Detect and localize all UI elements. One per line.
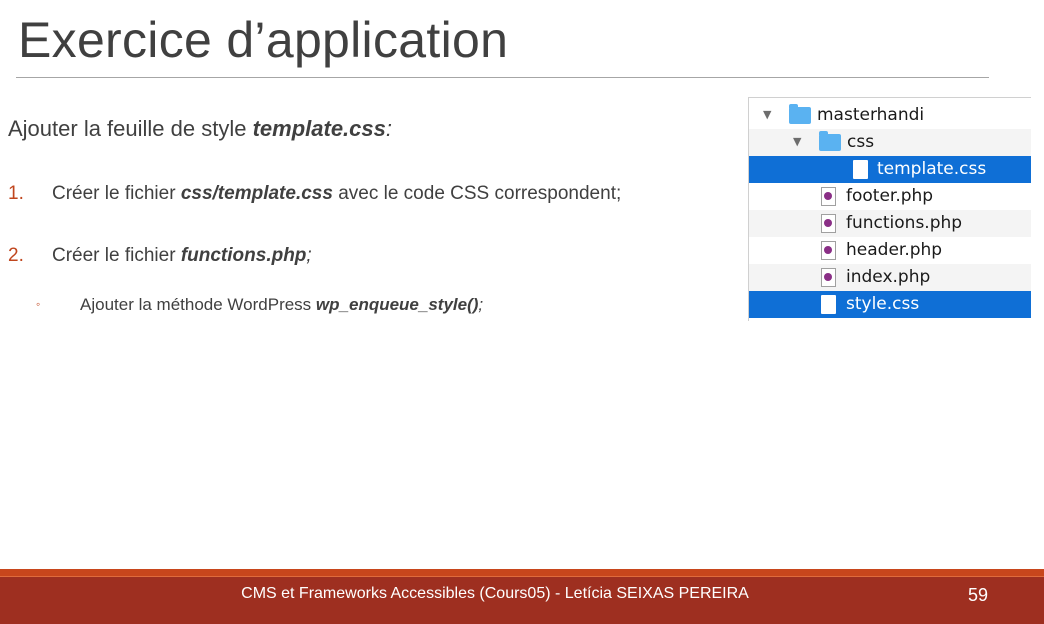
list-item-filename: css/template.css (180, 183, 333, 204)
tree-row-footer-php[interactable]: footer.php (749, 183, 1031, 210)
intro-filename: template.css (252, 116, 386, 141)
tree-row-label: index.php (846, 267, 931, 287)
disclosure-triangle-icon[interactable]: ▼ (763, 108, 771, 121)
bullet-icon: ◦ (36, 297, 41, 311)
tree-row-label: functions.php (846, 213, 963, 233)
tree-row-header-php[interactable]: header.php (749, 237, 1031, 264)
list-item-filename: functions.php (180, 245, 307, 266)
sub-item-prefix: Ajouter la méthode WordPress (80, 295, 316, 314)
list-item: 2. Créer le fichier functions.php; (8, 245, 312, 267)
sub-item-method: wp_enqueue_style() (315, 295, 479, 314)
tree-row-index-php[interactable]: index.php (749, 264, 1031, 291)
tree-row-label: masterhandi (817, 105, 925, 125)
footer-bar: CMS et Frameworks Accessibles (Cours05) … (0, 576, 1044, 624)
list-number: 1. (8, 183, 24, 204)
tree-row-label: style.css (846, 294, 920, 314)
slide: Exercice d’application Ajouter la feuill… (0, 0, 1044, 624)
list-item-prefix: Créer le fichier (52, 245, 181, 266)
intro-suffix: : (385, 116, 392, 141)
tree-row-label: css (847, 132, 875, 152)
sub-list-item: ◦ Ajouter la méthode WordPress wp_enqueue… (36, 295, 483, 315)
php-file-icon (821, 268, 836, 287)
sub-item-suffix: ; (478, 295, 484, 314)
footer-accent-bar (0, 569, 1044, 576)
css-file-icon (821, 295, 836, 314)
php-file-icon (821, 187, 836, 206)
slide-title: Exercice d’application (18, 12, 509, 68)
list-item-suffix: avec le code CSS correspondent; (332, 183, 622, 204)
tree-row-functions-php[interactable]: functions.php (749, 210, 1031, 237)
tree-row-masterhandi[interactable]: ▼ masterhandi (749, 102, 1031, 129)
php-file-icon (821, 241, 836, 260)
footer-text: CMS et Frameworks Accessibles (Cours05) … (241, 585, 749, 602)
css-file-icon (853, 160, 868, 179)
tree-row-label: header.php (846, 240, 943, 260)
folder-icon (789, 104, 811, 124)
page-number: 59 (968, 585, 989, 605)
php-file-icon (821, 214, 836, 233)
intro-prefix: Ajouter la feuille de style (8, 116, 253, 141)
list-item: 1. Créer le fichier css/template.css avec… (8, 183, 621, 205)
list-item-prefix: Créer le fichier (52, 183, 181, 204)
title-divider (16, 77, 989, 78)
tree-row-style-css[interactable]: style.css (749, 291, 1031, 318)
disclosure-triangle-icon[interactable]: ▼ (793, 135, 801, 148)
tree-row-label: template.css (877, 159, 987, 179)
tree-row-template-css[interactable]: template.css (749, 156, 1031, 183)
tree-row-css[interactable]: ▼ css (749, 129, 1031, 156)
file-tree: ▼ masterhandi ▼ css template.css footer.… (748, 97, 1031, 321)
folder-icon (819, 131, 841, 151)
list-number: 2. (8, 245, 24, 266)
tree-row-label: footer.php (846, 186, 934, 206)
intro-text: Ajouter la feuille de style template.css… (8, 116, 392, 142)
list-item-suffix: ; (306, 245, 312, 266)
